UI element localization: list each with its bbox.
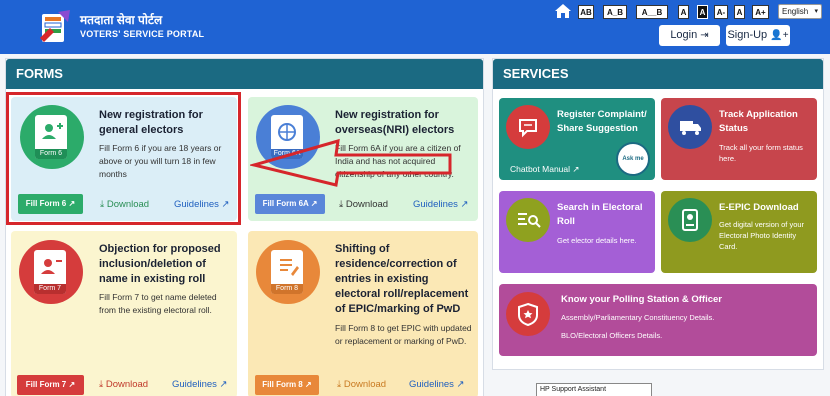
text-spacing-2-button[interactable]: A_B — [603, 5, 627, 19]
form8-download-label: Download — [343, 379, 387, 390]
truck-icon — [680, 121, 701, 135]
brand-english: VOTERS' SERVICE PORTAL — [80, 29, 205, 39]
fill-form6a-label: Fill Form 6A — [262, 199, 309, 208]
search-roll-description: Get elector details here. — [557, 236, 637, 245]
fill-form7-label: Fill Form 7 — [25, 380, 67, 389]
polling-description: Assembly/Parliamentary Constituency Deta… — [561, 313, 715, 322]
dark-theme-button[interactable]: A — [697, 5, 708, 19]
fill-form8-button[interactable]: Fill Form 8 ↗ — [255, 375, 319, 395]
form6a-guidelines-link[interactable]: Guidelines ↗ — [413, 199, 469, 211]
complaint-title: Register Complaint/ Share Suggestion — [557, 109, 647, 134]
language-select[interactable]: English ▾ — [778, 4, 822, 19]
fill-form7-button[interactable]: Fill Form 7 ↗ — [17, 375, 84, 395]
complaint-circle — [506, 105, 550, 149]
arrow-up-right-icon: ↗ — [219, 379, 228, 390]
signup-label: Sign-Up — [727, 29, 768, 41]
track-circle — [668, 105, 712, 149]
arrow-up-right-icon: ↗ — [310, 199, 318, 208]
form7-description: Fill Form 7 to get name deleted from the… — [99, 292, 217, 315]
track-title: Track Application Status — [719, 109, 798, 134]
form7-title: Objection for proposed inclusion/deletio… — [99, 243, 221, 285]
search-list-icon — [518, 213, 541, 228]
download-icon: ⤓ — [339, 199, 344, 210]
shield-star-icon — [518, 302, 538, 327]
arrow-up-right-icon: ↗ — [460, 199, 469, 210]
forms-heading: FORMS — [6, 59, 483, 89]
system-tooltip: HP Support Assistant — [536, 383, 652, 396]
arrow-up-right-icon: ↗ — [572, 164, 580, 174]
red-arrow-annotation — [250, 138, 452, 187]
download-icon: ⤓ — [99, 379, 104, 390]
arrow-up-right-icon: ↗ — [68, 380, 76, 389]
remove-user-icon — [41, 259, 62, 274]
form6a-guidelines-label: Guidelines — [413, 199, 458, 210]
login-label: Login — [670, 29, 698, 41]
add-user-icon: 👤+ — [770, 30, 789, 41]
light-theme-button[interactable]: A — [678, 5, 689, 19]
epic-title: E-EPIC Download — [719, 202, 799, 213]
brand-hindi: मतदाता सेवा पोर्टल — [80, 13, 163, 27]
form7-guidelines-link[interactable]: Guidelines ↗ — [172, 379, 228, 391]
polling-description-2: BLO/Electoral Officers Details. — [561, 331, 663, 340]
form6a-title: New registration for overseas(NRI) elect… — [335, 109, 455, 136]
polling-circle — [506, 292, 550, 336]
chatbot-avatar[interactable]: Ask me — [616, 142, 650, 176]
epic-circle — [668, 198, 712, 242]
form8-title: Shifting of residence/correction of entr… — [335, 243, 469, 315]
arrow-up-right-icon: ↗ — [304, 380, 312, 389]
search-roll-title: Search in Electoral Roll — [557, 202, 643, 227]
fill-form8-label: Fill Form 8 — [262, 380, 303, 389]
track-application-card[interactable]: Track Application Status Track all your … — [661, 98, 817, 180]
epic-download-card[interactable]: E-EPIC Download Get digital version of y… — [661, 191, 817, 273]
search-electoral-roll-card[interactable]: Search in Electoral Roll Get elector det… — [499, 191, 655, 273]
form7-download-link[interactable]: ⤓ Download — [99, 379, 148, 391]
form7-document-icon: Form 7 — [34, 250, 66, 294]
portal-logo[interactable] — [36, 8, 76, 46]
top-header: मतदाता सेवा पोर्टल VOTERS' SERVICE PORTA… — [0, 0, 830, 54]
form7-badge: Form 7 — [34, 284, 66, 294]
language-value: English — [782, 7, 809, 16]
font-decrease-button[interactable]: A- — [714, 5, 728, 19]
form8-guidelines-link[interactable]: Guidelines ↗ — [409, 379, 465, 391]
chat-icon — [519, 119, 537, 138]
text-spacing-1-button[interactable]: AB — [578, 5, 594, 19]
form8-download-link[interactable]: ⤓ Download — [337, 379, 386, 391]
form8-document-icon: Form 8 — [271, 250, 303, 294]
download-icon: ⤓ — [337, 379, 342, 390]
login-button[interactable]: Login ⇥ — [659, 25, 720, 46]
signup-button[interactable]: Sign-Up 👤+ — [726, 25, 790, 46]
fill-form6a-button[interactable]: Fill Form 6A ↗ — [255, 194, 325, 214]
form8-badge: Form 8 — [271, 284, 303, 294]
form6a-download-label: Download — [345, 199, 389, 210]
text-spacing-3-button[interactable]: A__B — [636, 5, 668, 19]
search-circle — [506, 198, 550, 242]
epic-description: Get digital version of your Electoral Ph… — [719, 220, 805, 251]
register-complaint-card[interactable]: Register Complaint/ Share Suggestion Cha… — [499, 98, 655, 180]
form7-download-label: Download — [105, 379, 149, 390]
chatbot-manual-link[interactable]: Chatbot Manual ↗ — [510, 164, 580, 175]
form8-guidelines-label: Guidelines — [409, 379, 454, 390]
polling-station-card[interactable]: Know your Polling Station & Officer Asse… — [499, 284, 817, 356]
font-normal-button[interactable]: A — [734, 5, 745, 19]
arrow-up-right-icon: ↗ — [456, 379, 465, 390]
id-card-icon — [682, 209, 698, 231]
chatbot-manual-label: Chatbot Manual — [510, 164, 571, 174]
form7-guidelines-label: Guidelines — [172, 379, 217, 390]
track-description: Track all your form status here. — [719, 143, 803, 163]
highlight-box — [6, 92, 241, 225]
login-icon: ⇥ — [700, 30, 709, 41]
home-icon[interactable] — [554, 3, 572, 19]
polling-title: Know your Polling Station & Officer — [561, 294, 722, 305]
services-heading: SERVICES — [493, 59, 823, 89]
chevron-down-icon: ▾ — [814, 8, 818, 15]
form8-description: Fill Form 8 to get EPIC with updated or … — [335, 323, 472, 346]
edit-document-icon — [280, 259, 299, 276]
font-increase-button[interactable]: A+ — [752, 5, 769, 19]
form6a-download-link[interactable]: ⤓ Download — [339, 199, 388, 211]
